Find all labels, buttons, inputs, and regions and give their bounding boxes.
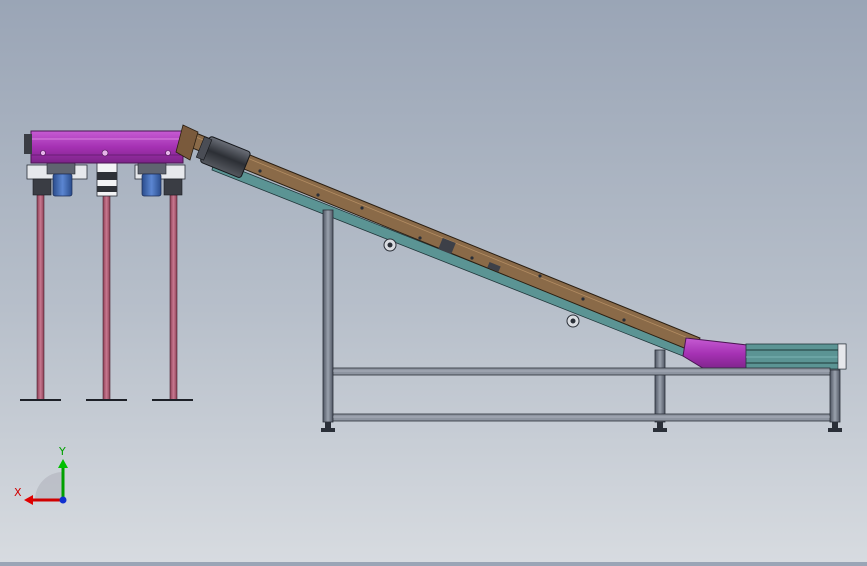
motor [141,173,162,197]
support-leg [36,194,45,401]
left-support-module [20,130,193,401]
frame-post [654,349,666,423]
belt-return-rail [211,159,701,363]
frame-rail-upper [332,367,831,376]
horizontal-tail-section [745,343,847,370]
leveling-feet [321,422,842,432]
y-axis-label: Y [58,445,66,458]
x-axis-label: X [14,486,22,499]
tail-transition-housing [682,337,748,371]
inclined-conveyor [175,124,847,371]
support-legs [20,194,193,401]
frame-post [829,369,841,423]
magenta-beam [24,130,184,164]
frame-rail-lower [332,413,831,422]
cad-viewport[interactable]: Y X [0,0,867,562]
conveyor-drawing: Y X [14,124,847,505]
support-leg [102,194,111,401]
support-leg [169,194,178,401]
frame-post [322,209,334,423]
motor [52,173,73,197]
xyz-triad-icon: Y X [14,445,68,505]
